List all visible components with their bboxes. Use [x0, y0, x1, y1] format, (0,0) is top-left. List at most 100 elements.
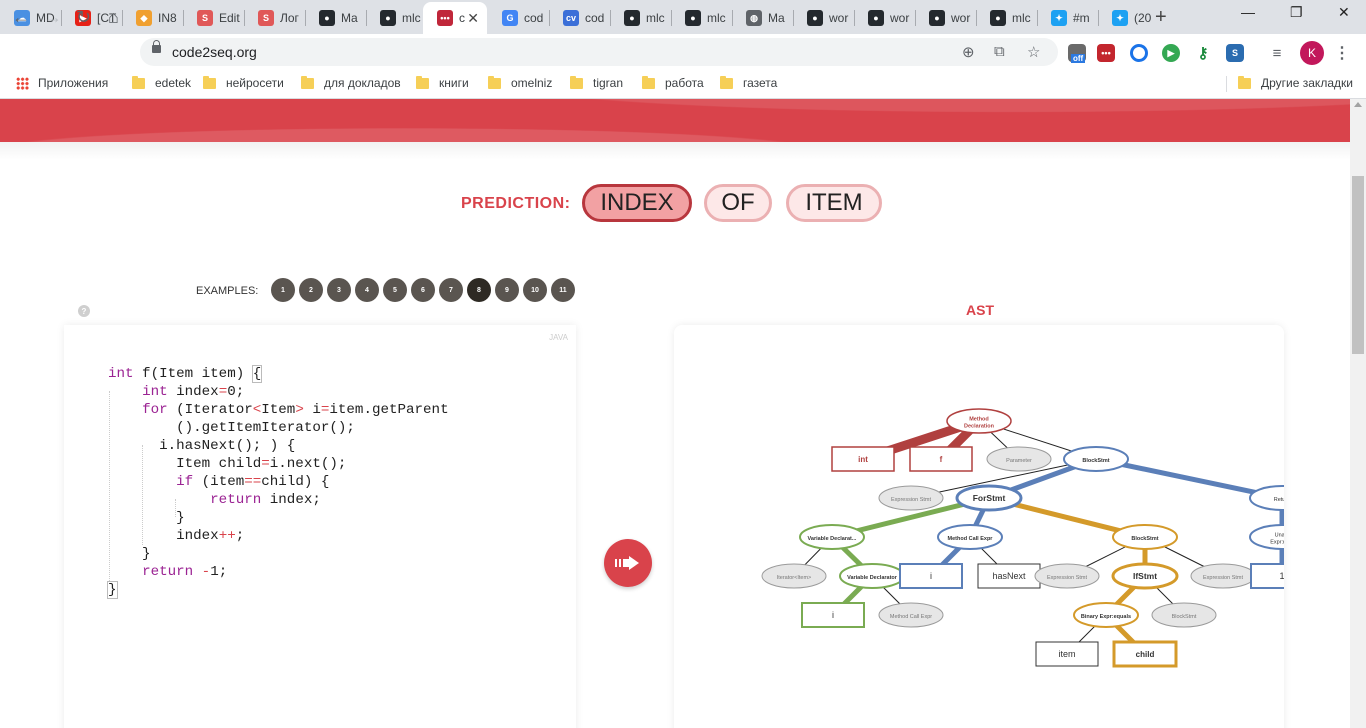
browser-tab[interactable]: cv cod: [549, 4, 610, 32]
ast-node-label: Parameter: [1006, 458, 1032, 464]
examples-label: EXAMPLES:: [196, 285, 259, 297]
example-button[interactable]: 8: [467, 278, 491, 302]
ast-node-label: child: [1136, 650, 1155, 659]
install-icon[interactable]: ⊕: [962, 43, 975, 61]
example-button[interactable]: 1: [271, 278, 295, 302]
bookmark-other[interactable]: Другие закладки: [1238, 75, 1353, 90]
address-bar[interactable]: code2seq.org ⊕ ⧉ ☆: [140, 38, 1058, 66]
bookmark-item[interactable]: книги: [416, 75, 469, 90]
page-content: PREDICTION: INDEX OF ITEM EXAMPLES: 1234…: [0, 99, 1350, 728]
browser-tab[interactable]: ● wor: [793, 4, 854, 32]
github-icon: ●: [990, 10, 1006, 26]
browser-tab[interactable]: ◆ IN8: [122, 4, 183, 32]
github-icon: ●: [929, 10, 945, 26]
ext-play-icon[interactable]: ▶: [1162, 44, 1180, 62]
back-icon[interactable]: ←: [12, 7, 30, 28]
bookmark-apps[interactable]: Приложения: [16, 76, 108, 90]
s-icon: S: [197, 10, 213, 26]
scroll-up-icon[interactable]: [1354, 102, 1362, 107]
media-control-icon[interactable]: ≡: [1268, 44, 1286, 62]
close-window-button[interactable]: ✕: [1338, 4, 1350, 21]
tab-title: Ma: [768, 11, 785, 25]
bookmark-item[interactable]: работа: [642, 75, 704, 90]
code-text[interactable]: int f(Item item) { int index=0; for (Ite…: [107, 365, 449, 599]
bookmark-label: Приложения: [38, 76, 109, 90]
folder-icon: [416, 75, 429, 89]
browser-tab[interactable]: ● mlc: [366, 4, 427, 32]
ast-node-label: BlockStmt: [1131, 536, 1158, 542]
home-icon[interactable]: ⌂: [108, 7, 119, 28]
tab-title: IN8: [158, 11, 177, 25]
ast-node-label: IfStmt: [1133, 571, 1157, 581]
close-tab-icon[interactable]: ✕: [467, 10, 479, 27]
lock-icon: [152, 40, 161, 53]
browser-tab[interactable]: ◍ Ma: [732, 4, 793, 32]
ast-node-label: Method Call Expr: [948, 536, 994, 542]
minimize-button[interactable]: —: [1241, 4, 1255, 20]
ast-graph: MethodDeclaration int f Parameter BlockStmt E…: [761, 408, 1284, 668]
ext-key-icon[interactable]: ⚷: [1194, 44, 1212, 62]
browser-tab[interactable]: ● wor: [854, 4, 915, 32]
forward-icon[interactable]: →: [44, 7, 62, 28]
help-icon[interactable]: ?: [78, 305, 90, 317]
code-editor[interactable]: JAVA int f(Item item) { int index=0; for…: [64, 325, 576, 728]
bookmark-item[interactable]: tigran: [570, 75, 624, 90]
banner-shadow: [0, 142, 1350, 160]
ast-node-label: Method: [969, 417, 989, 423]
bookmark-item[interactable]: нейросети: [203, 75, 284, 90]
tab-title: mlc: [402, 11, 421, 25]
restore-button[interactable]: ❐: [1290, 4, 1303, 21]
example-button[interactable]: 3: [327, 278, 351, 302]
ext-circle-icon[interactable]: [1130, 44, 1148, 62]
ext-lock-icon[interactable]: off: [1068, 44, 1086, 63]
bookmark-label: edetek: [155, 76, 192, 90]
bookmarks-bar: Приложения edetek нейросети для докладов кн…: [0, 70, 1366, 99]
browser-tab[interactable]: S Edit: [183, 4, 244, 32]
bookmark-item[interactable]: omelniz: [488, 75, 552, 90]
translate-icon[interactable]: ⧉: [994, 43, 1005, 60]
browser-tab[interactable]: ● Ma: [305, 4, 366, 32]
ast-node-label: hasNext: [992, 571, 1026, 581]
github-icon: ●: [319, 10, 335, 26]
tab-title: wor: [829, 11, 849, 25]
menu-kebab-icon[interactable]: ⋮: [1333, 44, 1351, 62]
bookmark-star-icon[interactable]: ☆: [1027, 43, 1040, 61]
browser-tab[interactable]: ● mlc: [976, 4, 1037, 32]
bookmark-item[interactable]: газета: [720, 75, 777, 90]
bookmark-item[interactable]: для докладов: [301, 75, 401, 90]
example-button[interactable]: 2: [299, 278, 323, 302]
apps-grid-icon: [16, 76, 29, 90]
profile-avatar[interactable]: K: [1300, 41, 1324, 65]
example-button[interactable]: 11: [551, 278, 575, 302]
browser-tab[interactable]: Gcod: [488, 4, 549, 32]
scrollbar-thumb[interactable]: [1352, 176, 1364, 354]
example-button[interactable]: 10: [523, 278, 547, 302]
ext-lastpass-icon[interactable]: •••: [1097, 44, 1115, 62]
browser-tab[interactable]: ✦ #m: [1037, 4, 1098, 32]
example-button[interactable]: 6: [411, 278, 435, 302]
bookmark-item[interactable]: edetek: [132, 75, 192, 90]
tab-title: #m: [1073, 11, 1090, 25]
example-button[interactable]: 4: [355, 278, 379, 302]
new-tab-button[interactable]: +: [1155, 6, 1167, 29]
example-button[interactable]: 5: [383, 278, 407, 302]
browser-tab[interactable]: ● mlc: [671, 4, 732, 32]
browser-tab[interactable]: ● mlc: [610, 4, 671, 32]
ast-node-label: Declaration: [964, 424, 995, 430]
browser-tab[interactable]: S Лог: [244, 4, 305, 32]
browser-tab[interactable]: ✦ (20: [1098, 4, 1159, 32]
predict-button[interactable]: [604, 539, 652, 587]
bookmark-label: tigran: [593, 76, 624, 90]
ast-node-label: Expression Stmt: [891, 497, 932, 503]
browser-tab[interactable]: ● wor: [915, 4, 976, 32]
browser-tab[interactable]: ••• c ✕: [423, 2, 487, 34]
ext-s-icon[interactable]: S: [1226, 44, 1244, 62]
ast-panel[interactable]: Method Declaration int f Parameter BlockStmt E…: [674, 325, 1284, 728]
example-button[interactable]: 9: [495, 278, 519, 302]
ast-node-label: Variable Declarator: [847, 575, 898, 581]
ext-off-badge: off: [1071, 54, 1086, 63]
tab-title: Лог: [280, 11, 299, 25]
example-button[interactable]: 7: [439, 278, 463, 302]
reload-icon[interactable]: ↻: [76, 7, 91, 28]
tab-title: cod: [585, 11, 605, 25]
